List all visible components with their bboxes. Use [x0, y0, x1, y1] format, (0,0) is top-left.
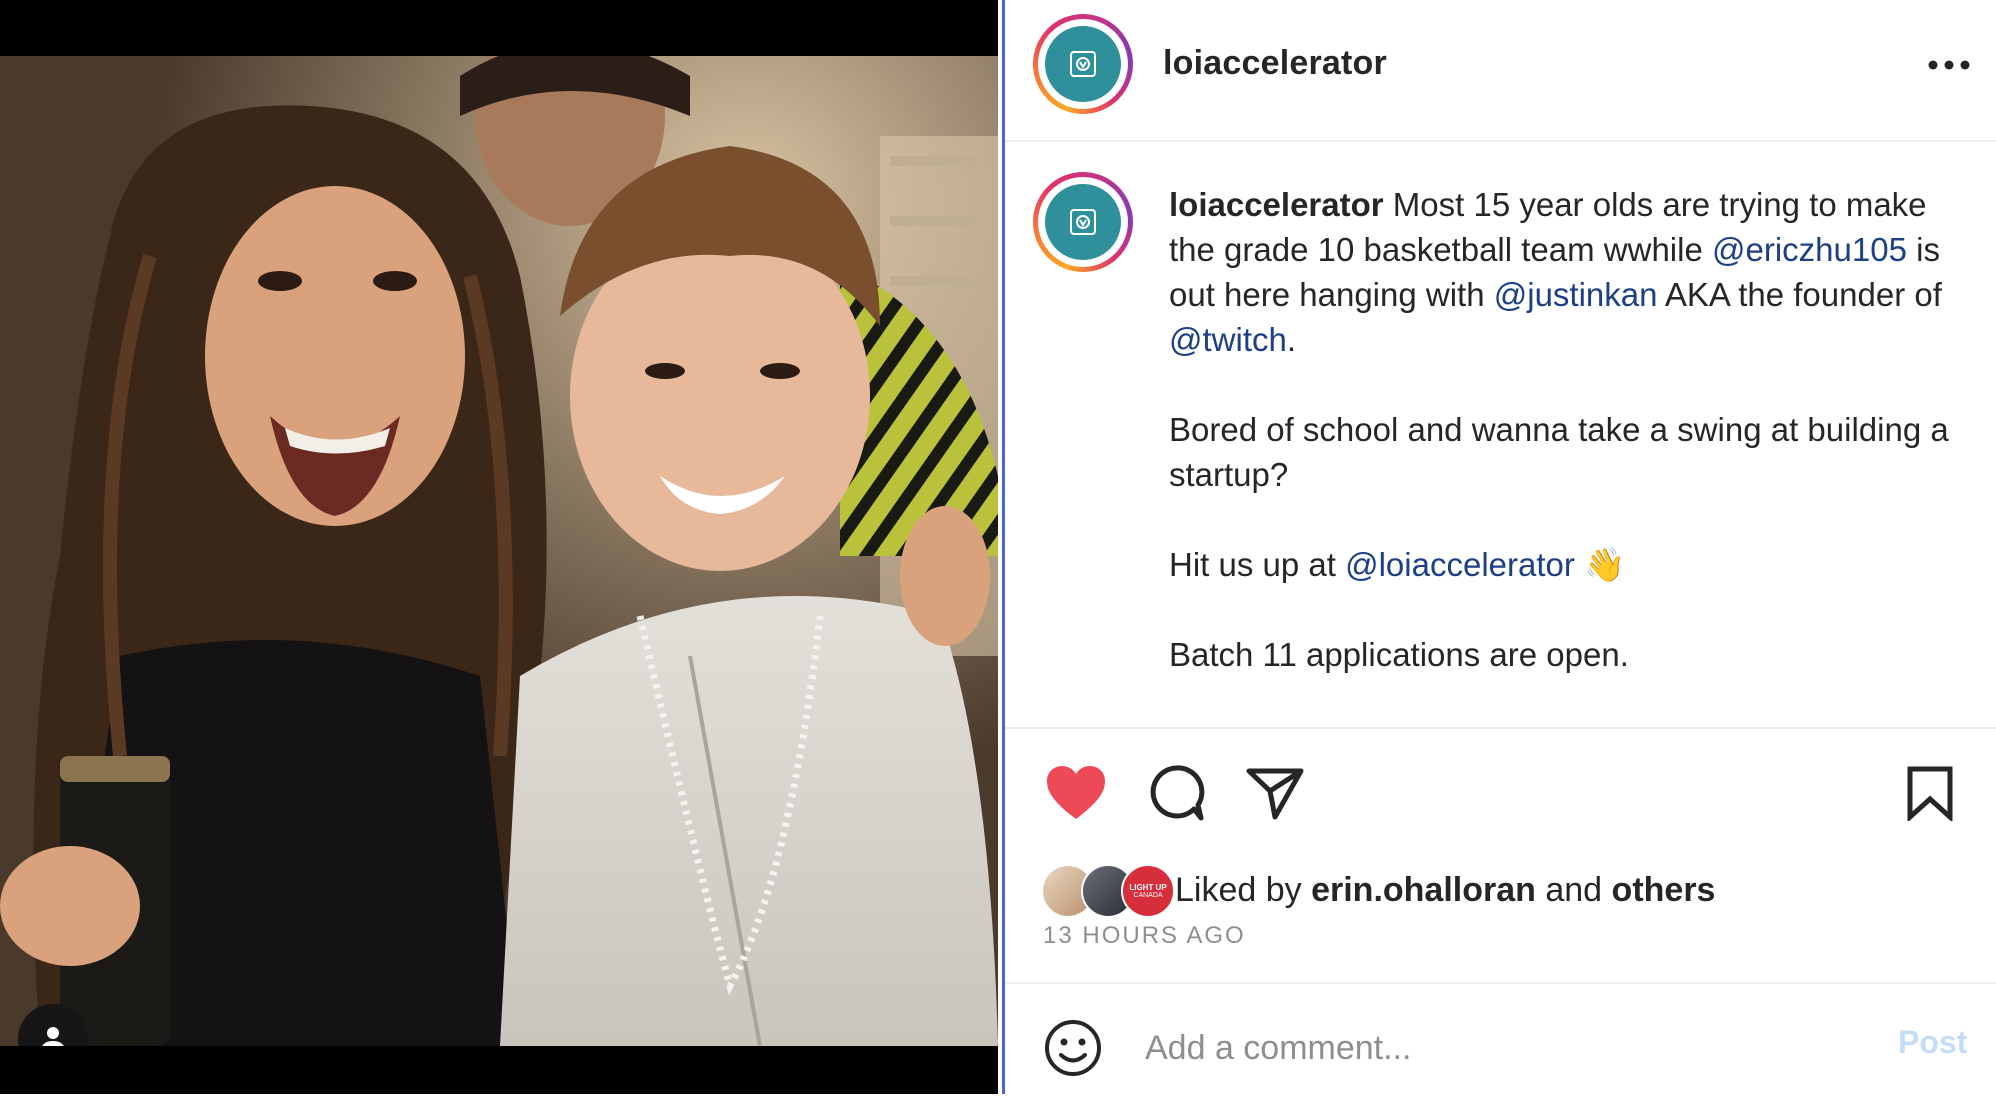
caption-text: Hit us up at — [1169, 546, 1346, 583]
photo-panel — [0, 0, 998, 1094]
likes-row: LIGHT UP CANADA Liked by erin.ohalloran … — [1041, 862, 1715, 918]
loi-logo-icon — [1070, 209, 1096, 235]
waving-hand-emoji: 👋 — [1584, 546, 1626, 583]
mention-link[interactable]: @ericzhu105 — [1712, 231, 1907, 268]
heart-filled-icon[interactable] — [1041, 758, 1111, 828]
caption-text: . — [1286, 321, 1297, 358]
bookmark-icon[interactable] — [1895, 758, 1965, 828]
post-header: loiaccelerator — [1005, 0, 1996, 142]
caption-text: AKA the founder of — [1657, 276, 1942, 313]
comment-bar: Post — [1005, 982, 1996, 1096]
post-photo[interactable] — [0, 56, 998, 1046]
post-details-panel: loiaccelerator loiaccelerator Most 15 ye — [1005, 0, 1996, 1094]
badge-text: CANADA — [1133, 891, 1163, 899]
badge-text: LIGHT UP — [1129, 882, 1167, 892]
profile-avatar[interactable] — [1033, 14, 1133, 114]
more-horizontal-icon[interactable] — [1921, 40, 1977, 90]
mention-link[interactable]: @justinkan — [1494, 276, 1658, 313]
liked-by-text: Liked by erin.ohalloran and others — [1175, 871, 1715, 910]
caption-text: Batch 11 applications are open. — [1169, 636, 1629, 673]
avatar: LIGHT UP CANADA — [1121, 864, 1175, 918]
action-bar — [1005, 750, 1996, 840]
smiley-icon[interactable] — [1043, 1018, 1103, 1078]
mention-link[interactable]: @loiaccelerator — [1345, 546, 1575, 583]
liked-by-others-link[interactable]: others — [1612, 871, 1716, 909]
caption-text: Bored of school and wanna take a swing a… — [1169, 411, 1949, 493]
liked-by-avatars[interactable]: LIGHT UP CANADA — [1041, 864, 1175, 918]
liked-by-middle: and — [1535, 870, 1612, 909]
mention-link[interactable]: @twitch — [1169, 321, 1287, 358]
caption-section: loiaccelerator Most 15 year olds are try… — [1005, 142, 1996, 729]
caption-username[interactable]: loiaccelerator — [1169, 186, 1384, 223]
photo-illustration — [0, 56, 998, 1046]
liked-by-user-link[interactable]: erin.ohalloran — [1311, 871, 1536, 909]
post-comment-button[interactable]: Post — [1898, 1024, 1967, 1061]
post-caption: loiaccelerator Most 15 year olds are try… — [1169, 182, 1949, 722]
loi-logo-icon — [1070, 51, 1096, 77]
comment-input[interactable] — [1143, 1022, 1847, 1074]
post-timestamp[interactable]: 13 HOURS AGO — [1043, 922, 1246, 950]
comment-icon[interactable] — [1141, 758, 1211, 828]
liked-by-prefix: Liked by — [1175, 870, 1312, 909]
send-icon[interactable] — [1240, 758, 1310, 828]
caption-avatar[interactable] — [1033, 172, 1133, 272]
header-username[interactable]: loiaccelerator — [1163, 44, 1387, 83]
